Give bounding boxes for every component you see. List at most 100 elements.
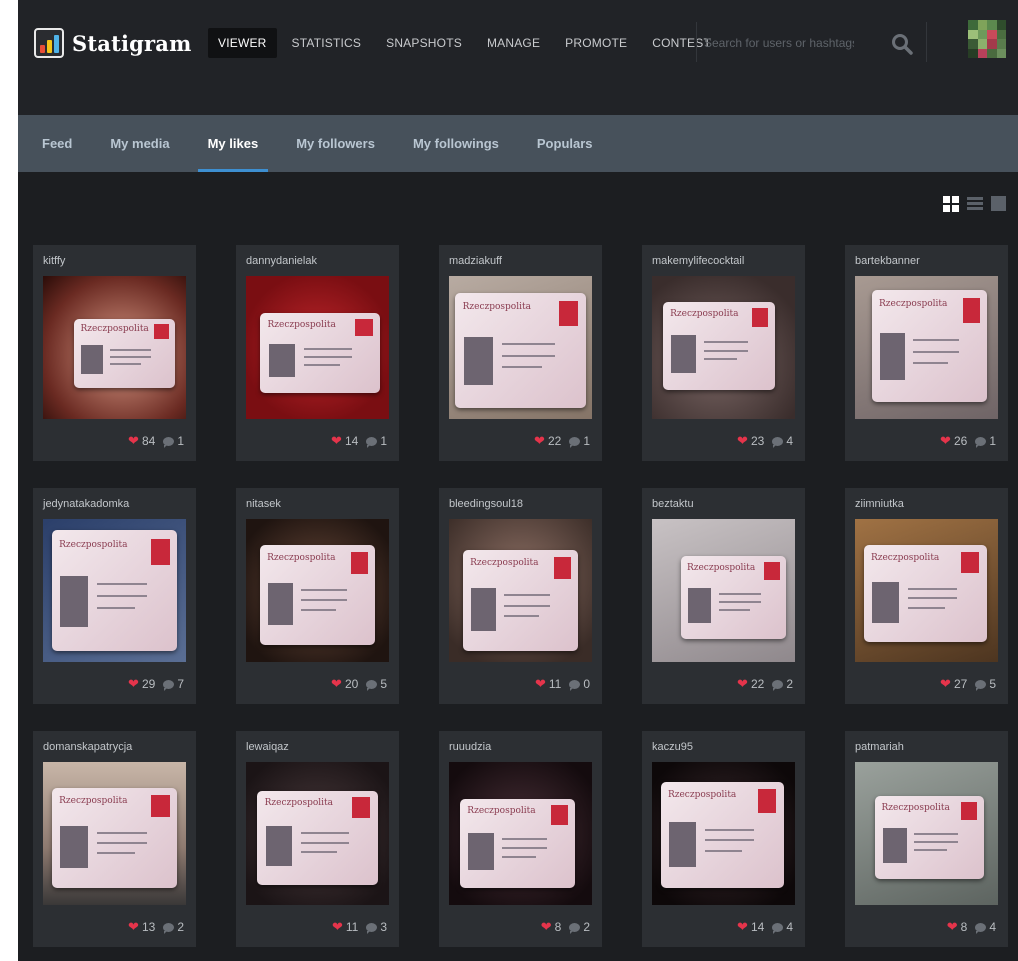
heart-icon[interactable]: ❤ [332, 919, 343, 935]
photo-card[interactable]: nitasek Rzeczpospolita ❤ 20 5 [236, 488, 399, 704]
comment-icon[interactable] [163, 679, 175, 691]
card-username[interactable]: kitffy [43, 255, 65, 267]
photo-thumbnail[interactable]: Rzeczpospolita [449, 276, 592, 419]
heart-icon[interactable]: ❤ [331, 433, 342, 449]
tab-feed[interactable]: Feed [32, 115, 82, 172]
photo-card[interactable]: bartekbanner Rzeczpospolita ❤ 26 1 [845, 245, 1008, 461]
heart-icon[interactable]: ❤ [331, 676, 342, 692]
photo-card[interactable]: madziakuff Rzeczpospolita ❤ 22 1 [439, 245, 602, 461]
emblem-icon [550, 805, 568, 825]
photo-card[interactable]: beztaktu Rzeczpospolita ❤ 22 2 [642, 488, 805, 704]
photo-thumbnail[interactable]: Rzeczpospolita [449, 762, 592, 905]
id-card-picture: Rzeczpospolita [260, 313, 381, 394]
card-username[interactable]: madziakuff [449, 255, 502, 267]
heart-icon[interactable]: ❤ [737, 433, 748, 449]
card-username[interactable]: lewaiqaz [246, 741, 289, 753]
photo-thumbnail[interactable]: Rzeczpospolita [246, 519, 389, 662]
tab-my-followers[interactable]: My followers [286, 115, 385, 172]
heart-icon[interactable]: ❤ [940, 676, 951, 692]
photo-thumbnail[interactable]: Rzeczpospolita [652, 276, 795, 419]
list-view-icon[interactable] [967, 196, 983, 212]
card-stats: ❤ 8 2 [541, 919, 590, 935]
comment-icon[interactable] [569, 436, 581, 448]
comment-icon[interactable] [163, 436, 175, 448]
photo-thumbnail[interactable]: Rzeczpospolita [449, 519, 592, 662]
card-username[interactable]: dannydanielak [246, 255, 317, 267]
card-username[interactable]: bleedingsoul18 [449, 498, 523, 510]
heart-icon[interactable]: ❤ [128, 433, 139, 449]
nav-promote[interactable]: PROMOTE [555, 28, 637, 58]
photo-thumbnail[interactable]: Rzeczpospolita [855, 276, 998, 419]
card-username[interactable]: domanskapatrycja [43, 741, 132, 753]
comment-icon[interactable] [975, 922, 987, 934]
single-view-icon[interactable] [991, 196, 1006, 211]
photo-thumbnail[interactable]: Rzeczpospolita [855, 519, 998, 662]
tab-my-media[interactable]: My media [100, 115, 179, 172]
photo-thumbnail[interactable]: Rzeczpospolita [43, 762, 186, 905]
logo[interactable]: Statigram [34, 28, 192, 58]
heart-icon[interactable]: ❤ [947, 919, 958, 935]
photo-card[interactable]: bleedingsoul18 Rzeczpospolita ❤ 11 0 [439, 488, 602, 704]
tab-populars[interactable]: Populars [527, 115, 603, 172]
comment-icon[interactable] [772, 679, 784, 691]
photo-thumbnail[interactable]: Rzeczpospolita [246, 276, 389, 419]
photo-card[interactable]: kitffy Rzeczpospolita ❤ 84 1 [33, 245, 196, 461]
heart-icon[interactable]: ❤ [541, 919, 552, 935]
comment-icon[interactable] [569, 922, 581, 934]
emblem-icon [355, 318, 374, 337]
photo-thumbnail[interactable]: Rzeczpospolita [652, 519, 795, 662]
heart-icon[interactable]: ❤ [737, 919, 748, 935]
search-icon[interactable] [890, 32, 914, 56]
card-username[interactable]: jedynatakadomka [43, 498, 129, 510]
tab-my-followings[interactable]: My followings [403, 115, 509, 172]
id-card-title: Rzeczpospolita [80, 324, 149, 335]
card-username[interactable]: bartekbanner [855, 255, 920, 267]
heart-icon[interactable]: ❤ [737, 676, 748, 692]
comment-icon[interactable] [772, 922, 784, 934]
comment-icon[interactable] [569, 679, 581, 691]
photo-card[interactable]: lewaiqaz Rzeczpospolita ❤ 11 3 [236, 731, 399, 947]
photo-card[interactable]: dannydanielak Rzeczpospolita ❤ 14 1 [236, 245, 399, 461]
nav-manage[interactable]: MANAGE [477, 28, 550, 58]
photo-card[interactable]: patmariah Rzeczpospolita ❤ 8 4 [845, 731, 1008, 947]
comment-icon[interactable] [366, 436, 378, 448]
photo-card[interactable]: ruuudzia Rzeczpospolita ❤ 8 2 [439, 731, 602, 947]
nav-viewer[interactable]: VIEWER [208, 28, 277, 58]
heart-icon[interactable]: ❤ [940, 433, 951, 449]
photo-thumbnail[interactable]: Rzeczpospolita [43, 519, 186, 662]
heart-icon[interactable]: ❤ [535, 676, 546, 692]
photo-card[interactable]: kaczu95 Rzeczpospolita ❤ 14 4 [642, 731, 805, 947]
heart-icon[interactable]: ❤ [128, 676, 139, 692]
photo-thumbnail[interactable]: Rzeczpospolita [855, 762, 998, 905]
photo-card[interactable]: ziimniutka Rzeczpospolita ❤ 27 5 [845, 488, 1008, 704]
comment-icon[interactable] [163, 922, 175, 934]
card-username[interactable]: makemylifecocktail [652, 255, 744, 267]
card-username[interactable]: kaczu95 [652, 741, 693, 753]
text-line [501, 847, 548, 850]
id-card-title: Rzeczpospolita [670, 308, 739, 319]
photo-card[interactable]: makemylifecocktail Rzeczpospolita ❤ 23 4 [642, 245, 805, 461]
tab-my-likes[interactable]: My likes [197, 115, 269, 172]
card-username[interactable]: ruuudzia [449, 741, 491, 753]
photo-card[interactable]: jedynatakadomka Rzeczpospolita ❤ 29 7 [33, 488, 196, 704]
heart-icon[interactable]: ❤ [128, 919, 139, 935]
comment-icon[interactable] [366, 922, 378, 934]
grid-view-icon[interactable] [943, 196, 959, 212]
photo-thumbnail[interactable]: Rzeczpospolita [43, 276, 186, 419]
photo-thumbnail[interactable]: Rzeczpospolita [652, 762, 795, 905]
card-username[interactable]: patmariah [855, 741, 904, 753]
comment-icon[interactable] [975, 436, 987, 448]
avatar[interactable] [968, 20, 1006, 58]
search-input[interactable] [704, 28, 854, 58]
nav-snapshots[interactable]: SNAPSHOTS [376, 28, 472, 58]
comment-icon[interactable] [975, 679, 987, 691]
comment-icon[interactable] [772, 436, 784, 448]
card-username[interactable]: ziimniutka [855, 498, 904, 510]
photo-card[interactable]: domanskapatrycja Rzeczpospolita ❤ 13 2 [33, 731, 196, 947]
card-username[interactable]: nitasek [246, 498, 281, 510]
comment-icon[interactable] [366, 679, 378, 691]
photo-thumbnail[interactable]: Rzeczpospolita [246, 762, 389, 905]
nav-statistics[interactable]: STATISTICS [282, 28, 372, 58]
heart-icon[interactable]: ❤ [534, 433, 545, 449]
card-username[interactable]: beztaktu [652, 498, 694, 510]
